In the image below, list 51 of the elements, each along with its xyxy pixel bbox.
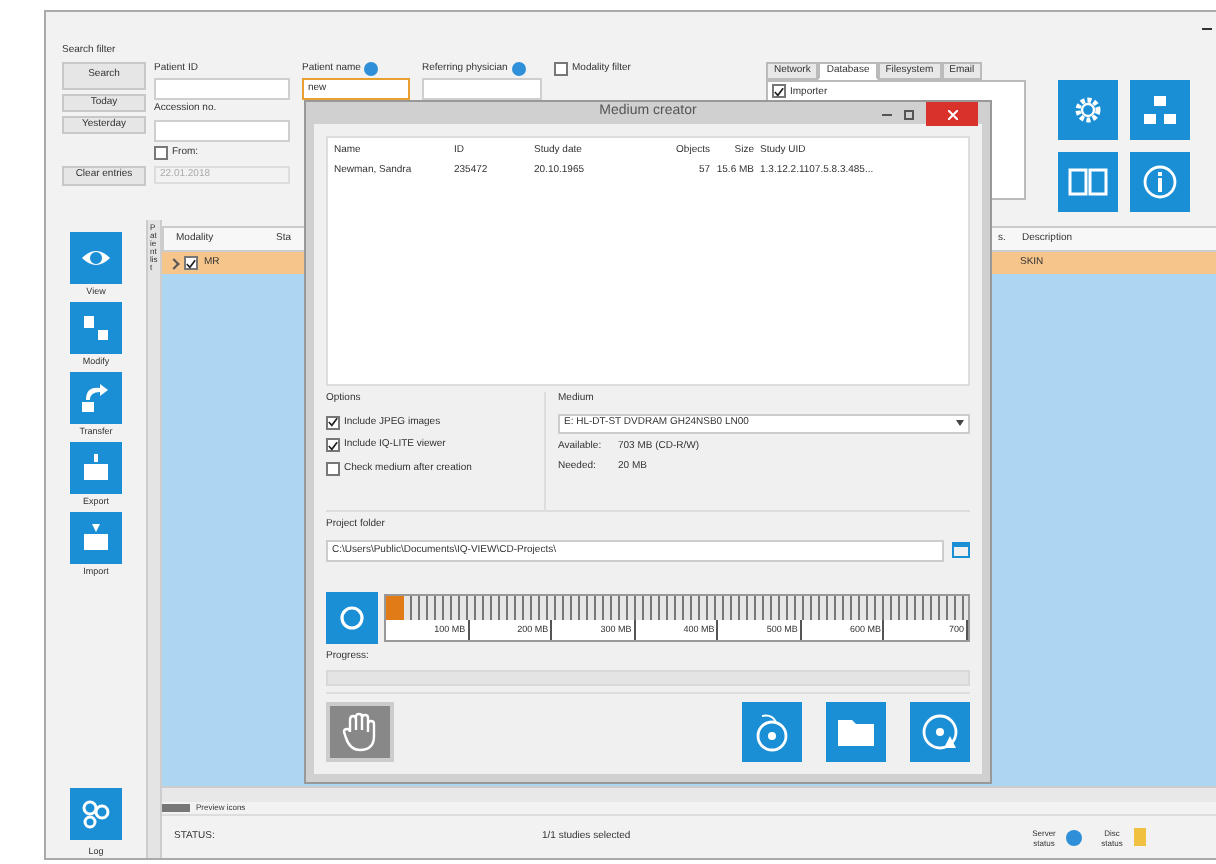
help-icon[interactable] bbox=[511, 62, 526, 76]
sidebar-button[interactable] bbox=[70, 302, 122, 354]
dropdown-icon bbox=[956, 420, 964, 426]
sidebar-icon bbox=[80, 382, 112, 414]
checkbox[interactable] bbox=[326, 461, 340, 476]
network-icon bbox=[1142, 92, 1178, 128]
sidebar-button[interactable] bbox=[70, 232, 122, 284]
horizontal-scrollbar[interactable] bbox=[162, 786, 1216, 802]
manual-button[interactable] bbox=[1058, 152, 1118, 212]
disc-status-icon bbox=[1134, 828, 1146, 846]
sidebar-button[interactable] bbox=[70, 372, 122, 424]
export-button[interactable] bbox=[910, 702, 970, 762]
folder-icon[interactable] bbox=[952, 542, 970, 558]
checkbox[interactable] bbox=[772, 84, 786, 98]
sidebar-icon bbox=[80, 452, 112, 484]
preview-toggle[interactable] bbox=[162, 804, 190, 812]
sidebar-button[interactable] bbox=[70, 442, 122, 494]
info-icon bbox=[1142, 164, 1178, 200]
patient-id-field[interactable] bbox=[154, 77, 290, 99]
checkbox[interactable] bbox=[554, 62, 568, 76]
hand-icon bbox=[342, 712, 378, 752]
gear-icon bbox=[1070, 92, 1106, 128]
accession-field[interactable] bbox=[154, 119, 290, 141]
log-button[interactable] bbox=[70, 788, 122, 840]
minimize-icon[interactable] bbox=[882, 113, 892, 115]
burn-button[interactable] bbox=[742, 702, 802, 762]
sidebar-icon bbox=[80, 522, 112, 554]
folder-icon bbox=[836, 716, 876, 748]
expand-icon[interactable] bbox=[168, 257, 180, 269]
info-button[interactable] bbox=[1130, 152, 1190, 212]
server-status-icon bbox=[1066, 829, 1082, 845]
checkbox[interactable] bbox=[184, 256, 198, 270]
checkbox[interactable] bbox=[326, 415, 340, 430]
minimize-icon[interactable] bbox=[1202, 27, 1212, 29]
close-icon bbox=[947, 109, 957, 119]
close-button[interactable] bbox=[926, 102, 978, 126]
maximize-icon[interactable] bbox=[904, 109, 914, 119]
sidebar-icon bbox=[80, 312, 112, 344]
folder-button[interactable] bbox=[826, 702, 886, 762]
cancel-button[interactable] bbox=[326, 702, 394, 762]
checkbox[interactable] bbox=[154, 146, 168, 160]
sidebar-button[interactable] bbox=[70, 512, 122, 564]
referring-physician-field[interactable] bbox=[422, 77, 542, 99]
disc-icon bbox=[752, 712, 792, 752]
disc-icon bbox=[920, 712, 960, 752]
circles-icon bbox=[80, 798, 112, 830]
network-button[interactable] bbox=[1130, 80, 1190, 140]
help-icon[interactable] bbox=[364, 62, 379, 76]
checkbox[interactable] bbox=[326, 438, 340, 453]
book-icon bbox=[1068, 166, 1108, 198]
settings-button[interactable] bbox=[1058, 80, 1118, 140]
